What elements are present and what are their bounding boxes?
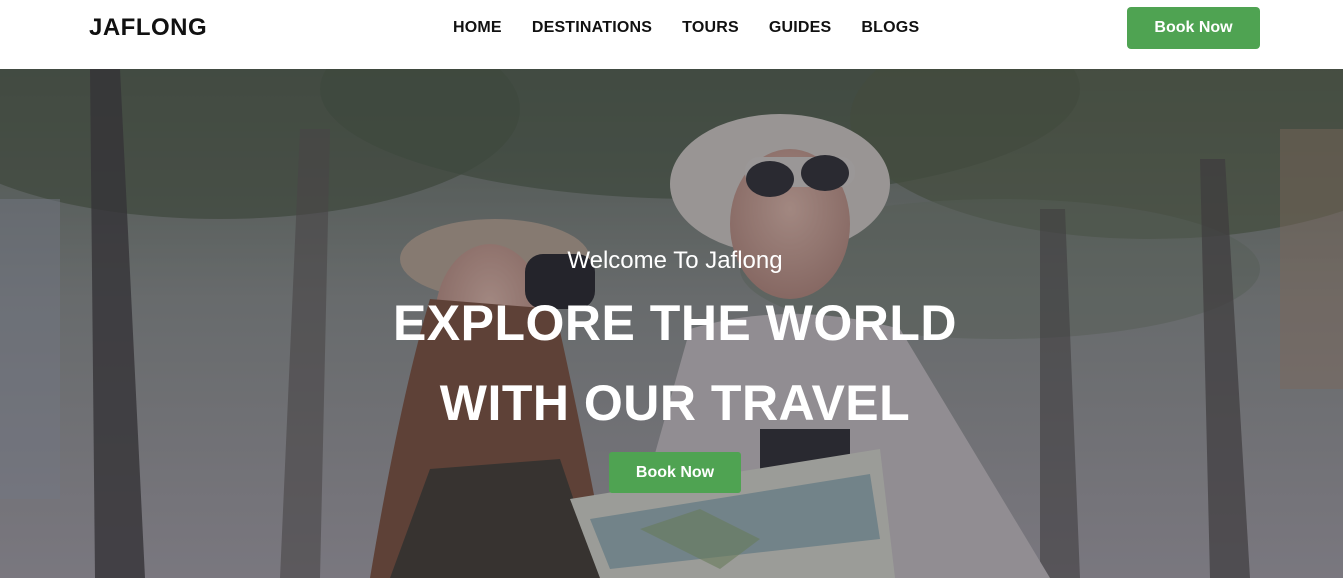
hero-title-line-1: EXPLORE THE WORLD xyxy=(392,295,958,351)
nav-guides[interactable]: GUIDES xyxy=(769,18,832,38)
navbar: JAFLONG HOME DESTINATIONS TOURS GUIDES B… xyxy=(0,0,1343,69)
hero-book-now-button[interactable]: Book Now xyxy=(609,452,741,493)
site-logo[interactable]: JAFLONG xyxy=(89,13,207,43)
nav-destinations[interactable]: DESTINATIONS xyxy=(532,18,652,38)
nav-blogs[interactable]: BLOGS xyxy=(861,18,919,38)
main-nav: HOME DESTINATIONS TOURS GUIDES BLOGS xyxy=(453,18,919,38)
nav-tours[interactable]: TOURS xyxy=(682,18,739,38)
hero-title-line-2: WITH OUR TRAVEL xyxy=(439,375,911,431)
hero-content: Welcome To Jaflong EXPLORE THE WORLD WIT… xyxy=(0,69,1343,578)
nav-home[interactable]: HOME xyxy=(453,18,502,38)
hero-welcome-text: Welcome To Jaflong xyxy=(567,247,783,274)
hero-section: Welcome To Jaflong EXPLORE THE WORLD WIT… xyxy=(0,69,1343,578)
header-book-now-button[interactable]: Book Now xyxy=(1127,7,1260,49)
